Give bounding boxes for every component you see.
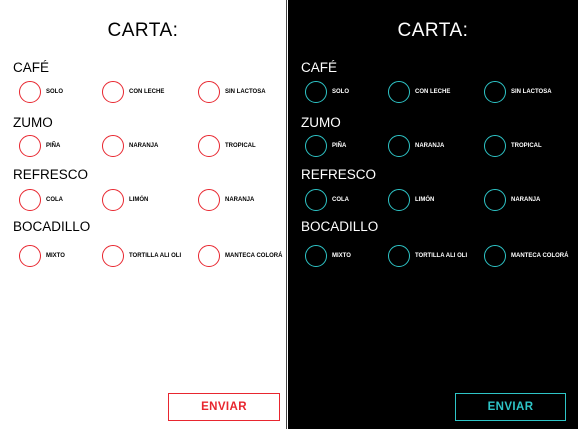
option-refresco-limon[interactable]: LIMÓN: [102, 186, 148, 214]
option-cafe-con-leche[interactable]: CON LECHE: [102, 78, 164, 106]
option-zumo-tropical[interactable]: TROPICAL: [198, 132, 256, 160]
option-refresco-naranja[interactable]: NARANJA: [198, 186, 254, 214]
section-label-cafe: CAFÉ: [301, 60, 338, 75]
send-button[interactable]: ENVIAR: [455, 393, 566, 421]
option-cafe-solo[interactable]: SOLO: [305, 78, 349, 106]
radio-circle[interactable]: [305, 245, 327, 267]
radio-circle[interactable]: [388, 245, 410, 267]
radio-circle[interactable]: [198, 135, 220, 157]
send-button[interactable]: ENVIAR: [168, 393, 280, 421]
section-label-refresco: REFRESCO: [13, 167, 89, 182]
page-title: CARTA:: [397, 20, 469, 41]
option-zumo-pina[interactable]: PIÑA: [305, 132, 346, 160]
option-zumo-naranja[interactable]: NARANJA: [388, 132, 444, 160]
radio-circle[interactable]: [484, 81, 506, 103]
option-cafe-sin-lactosa[interactable]: SIN LACTOSA: [484, 78, 552, 106]
section-label-cafe: CAFÉ: [13, 60, 50, 75]
radio-circle[interactable]: [19, 81, 41, 103]
section-label-zumo: ZUMO: [13, 115, 53, 130]
radio-circle[interactable]: [305, 135, 327, 157]
radio-circle[interactable]: [198, 81, 220, 103]
option-cafe-solo[interactable]: SOLO: [19, 78, 63, 106]
option-zumo-naranja[interactable]: NARANJA: [102, 132, 158, 160]
section-label-refresco: REFRESCO: [301, 167, 377, 182]
page-title: CARTA:: [107, 20, 179, 41]
radio-circle[interactable]: [484, 135, 506, 157]
radio-circle[interactable]: [388, 81, 410, 103]
radio-circle[interactable]: [484, 189, 506, 211]
option-zumo-pina[interactable]: PIÑA: [19, 132, 60, 160]
radio-circle[interactable]: [198, 189, 220, 211]
option-refresco-cola[interactable]: COLA: [19, 186, 63, 214]
section-label-bocadillo: BOCADILLO: [13, 219, 91, 234]
radio-circle[interactable]: [19, 135, 41, 157]
option-bocadillo-mixto[interactable]: MIXTO: [305, 242, 351, 270]
option-refresco-naranja[interactable]: NARANJA: [484, 186, 540, 214]
option-bocadillo-tortilla[interactable]: TORTILLA ALI OLI: [102, 242, 181, 270]
radio-circle[interactable]: [102, 245, 124, 267]
option-bocadillo-mixto[interactable]: MIXTO: [19, 242, 65, 270]
radio-circle[interactable]: [388, 135, 410, 157]
option-bocadillo-manteca[interactable]: MANTECA COLORÁ: [198, 242, 282, 270]
radio-circle[interactable]: [102, 189, 124, 211]
option-cafe-con-leche[interactable]: CON LECHE: [388, 78, 450, 106]
radio-circle[interactable]: [305, 81, 327, 103]
menu-screen-dark: CARTA: CAFÉ SOLO CON LECHE SIN LACTOSA Z…: [288, 0, 578, 429]
radio-circle[interactable]: [102, 135, 124, 157]
menu-screen-light: CARTA: CAFÉ SOLO CON LECHE SIN LACTOSA Z…: [0, 0, 287, 429]
option-bocadillo-manteca[interactable]: MANTECA COLORÁ: [484, 242, 568, 270]
radio-circle[interactable]: [198, 245, 220, 267]
radio-circle[interactable]: [102, 81, 124, 103]
section-label-bocadillo: BOCADILLO: [301, 219, 379, 234]
option-cafe-sin-lactosa[interactable]: SIN LACTOSA: [198, 78, 266, 106]
radio-circle[interactable]: [19, 189, 41, 211]
option-refresco-limon[interactable]: LIMÓN: [388, 186, 434, 214]
radio-circle[interactable]: [388, 189, 410, 211]
radio-circle[interactable]: [305, 189, 327, 211]
radio-circle[interactable]: [19, 245, 41, 267]
option-refresco-cola[interactable]: COLA: [305, 186, 349, 214]
section-label-zumo: ZUMO: [301, 115, 341, 130]
option-zumo-tropical[interactable]: TROPICAL: [484, 132, 542, 160]
radio-circle[interactable]: [484, 245, 506, 267]
option-bocadillo-tortilla[interactable]: TORTILLA ALI OLI: [388, 242, 467, 270]
